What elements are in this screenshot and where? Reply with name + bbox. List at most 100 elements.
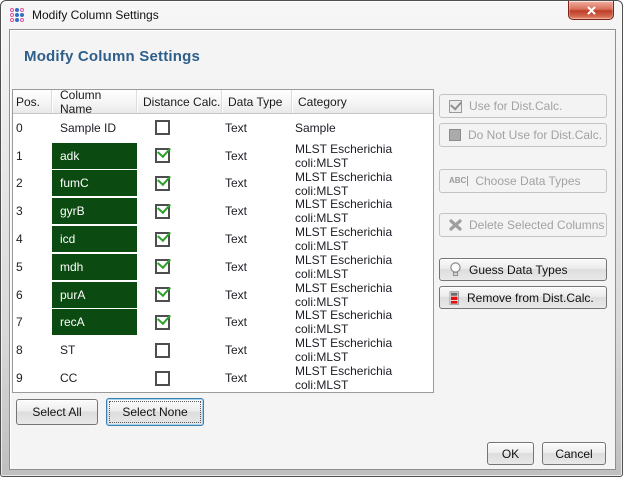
column-name-box[interactable]: mdh — [52, 254, 137, 280]
distance-calc-checkbox[interactable] — [155, 148, 170, 163]
side-button-label: Delete Selected Columns — [469, 218, 604, 232]
table-header: Pos. Column Name Distance Calc. Data Typ… — [13, 90, 433, 114]
select-all-label: Select All — [32, 405, 81, 419]
app-icon — [10, 8, 25, 23]
cell-column-name[interactable]: fumC — [52, 170, 137, 198]
columns-table: Pos. Column Name Distance Calc. Data Typ… — [12, 89, 434, 393]
cell-distance-calc — [137, 142, 222, 170]
table-row[interactable]: 2 fumC Text MLST Escherichia coli:MLST — [13, 170, 433, 198]
cell-column-name[interactable]: icd — [52, 225, 137, 253]
header-data-type[interactable]: Data Type — [222, 90, 292, 113]
side-button-label: Use for Dist.Calc. — [469, 99, 562, 113]
cell-distance-calc — [137, 309, 222, 337]
header-category[interactable]: Category — [292, 90, 433, 113]
table-row[interactable]: 1 adk Text MLST Escherichia coli:MLST — [13, 142, 433, 170]
cell-data-type: Text — [222, 336, 292, 364]
distance-calc-checkbox[interactable] — [155, 343, 170, 358]
cell-column-name[interactable]: recA — [52, 309, 137, 337]
cell-pos: 0 — [13, 114, 52, 142]
close-button[interactable] — [568, 1, 614, 20]
cell-category: Sample — [292, 114, 433, 142]
cell-distance-calc — [137, 225, 222, 253]
header-column-name[interactable]: Column Name — [52, 90, 137, 113]
column-name-box[interactable]: icd — [52, 226, 137, 252]
side-button-label: Remove from Dist.Calc. — [467, 291, 594, 305]
ok-button[interactable]: OK — [487, 442, 534, 465]
column-name-box[interactable]: recA — [52, 309, 137, 335]
select-all-button[interactable]: Select All — [16, 399, 98, 425]
table-row[interactable]: 9 CC Text MLST Escherichia coli:MLST — [13, 364, 433, 392]
cell-pos: 9 — [13, 364, 52, 392]
distance-calc-checkbox[interactable] — [155, 204, 170, 219]
lightbulb-icon — [449, 262, 462, 277]
remove-from-distcalc-button[interactable]: Remove from Dist.Calc. — [439, 286, 607, 309]
cell-column-name[interactable]: mdh — [52, 253, 137, 281]
cell-distance-calc — [137, 114, 222, 142]
cell-distance-calc — [137, 253, 222, 281]
cell-category: MLST Escherichia coli:MLST — [292, 197, 433, 225]
cell-column-name[interactable]: ST — [52, 336, 137, 364]
guess-data-types-button[interactable]: Guess Data Types — [439, 258, 607, 281]
cell-data-type: Text — [222, 309, 292, 337]
distance-calc-checkbox[interactable] — [155, 120, 170, 135]
select-none-button[interactable]: Select None — [106, 398, 204, 426]
table-row[interactable]: 4 icd Text MLST Escherichia coli:MLST — [13, 225, 433, 253]
abc-text-icon: ABC — [449, 176, 468, 186]
do-not-use-for-distcalc-button[interactable]: Do Not Use for Dist.Calc. — [439, 123, 607, 147]
table-row[interactable]: 7 recA Text MLST Escherichia coli:MLST — [13, 309, 433, 337]
header-pos[interactable]: Pos. — [13, 90, 52, 113]
cell-column-name[interactable]: purA — [52, 281, 137, 309]
distance-calc-checkbox[interactable] — [155, 259, 170, 274]
column-name-box[interactable]: purA — [52, 282, 137, 308]
app-icon-dot — [15, 18, 19, 22]
table-row[interactable]: 5 mdh Text MLST Escherichia coli:MLST — [13, 253, 433, 281]
cell-data-type: Text — [222, 225, 292, 253]
cell-category: MLST Escherichia coli:MLST — [292, 309, 433, 337]
table-row[interactable]: 3 gyrB Text MLST Escherichia coli:MLST — [13, 197, 433, 225]
cell-column-name[interactable]: adk — [52, 142, 137, 170]
column-name-box[interactable]: CC — [52, 365, 137, 391]
column-name-box[interactable]: Sample ID — [52, 115, 137, 141]
cell-pos: 3 — [13, 197, 52, 225]
use-for-distcalc-button[interactable]: Use for Dist.Calc. — [439, 94, 607, 118]
distance-calc-checkbox[interactable] — [155, 287, 170, 302]
delete-x-icon — [449, 219, 462, 231]
cell-data-type: Text — [222, 114, 292, 142]
table-row[interactable]: 8 ST Text MLST Escherichia coli:MLST — [13, 336, 433, 364]
cell-column-name[interactable]: CC — [52, 364, 137, 392]
distance-calc-checkbox[interactable] — [155, 315, 170, 330]
column-name-box[interactable]: fumC — [52, 170, 137, 196]
cell-column-name[interactable]: Sample ID — [52, 114, 137, 142]
distance-calc-checkbox[interactable] — [155, 176, 170, 191]
choose-data-types-button[interactable]: ABC Choose Data Types — [439, 169, 607, 193]
distance-calc-checkbox[interactable] — [155, 371, 170, 386]
cell-data-type: Text — [222, 170, 292, 198]
cell-category: MLST Escherichia coli:MLST — [292, 336, 433, 364]
header-distance-calc[interactable]: Distance Calc. — [137, 90, 222, 113]
cell-data-type: Text — [222, 253, 292, 281]
cell-column-name[interactable]: gyrB — [52, 197, 137, 225]
column-name-box[interactable]: gyrB — [52, 198, 137, 224]
app-icon-dot — [10, 18, 14, 22]
column-name-box[interactable]: adk — [52, 143, 137, 169]
cell-category: MLST Escherichia coli:MLST — [292, 364, 433, 392]
table-body: 0 Sample ID Text Sample 1 adk Text — [13, 114, 433, 392]
app-icon-dot — [15, 8, 19, 12]
side-button-label: Guess Data Types — [469, 263, 568, 277]
cell-distance-calc — [137, 364, 222, 392]
cell-pos: 7 — [13, 309, 52, 337]
cancel-button[interactable]: Cancel — [542, 442, 606, 465]
app-icon-dot — [20, 13, 24, 17]
cancel-label: Cancel — [555, 447, 592, 461]
delete-selected-columns-button[interactable]: Delete Selected Columns — [439, 213, 607, 237]
cell-pos: 8 — [13, 336, 52, 364]
cell-category: MLST Escherichia coli:MLST — [292, 253, 433, 281]
table-row[interactable]: 0 Sample ID Text Sample — [13, 114, 433, 142]
distance-calc-checkbox[interactable] — [155, 232, 170, 247]
column-name-box[interactable]: ST — [52, 337, 137, 363]
window-title: Modify Column Settings — [32, 8, 159, 22]
cell-data-type: Text — [222, 281, 292, 309]
cell-pos: 5 — [13, 253, 52, 281]
cell-category: MLST Escherichia coli:MLST — [292, 142, 433, 170]
table-row[interactable]: 6 purA Text MLST Escherichia coli:MLST — [13, 281, 433, 309]
